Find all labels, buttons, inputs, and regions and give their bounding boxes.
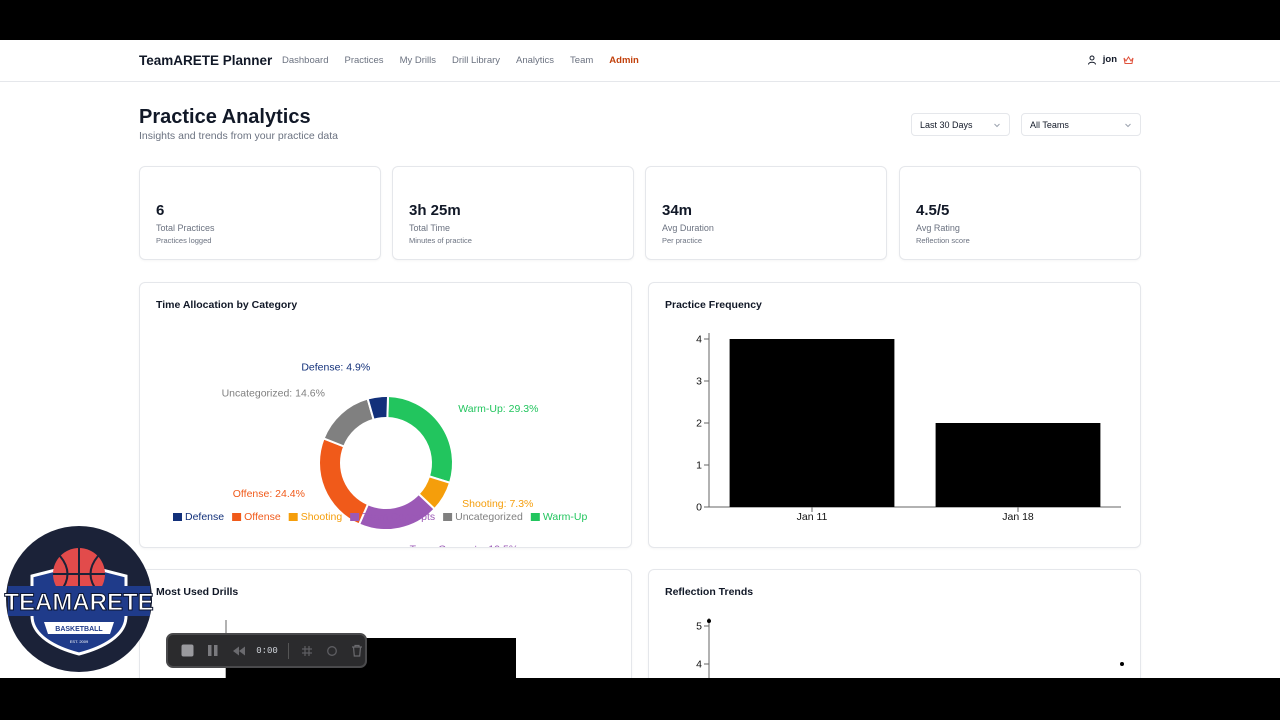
legend-swatch (173, 513, 182, 521)
chevron-down-icon (994, 123, 1000, 127)
stat-label: Avg Duration (662, 223, 714, 233)
screen-recorder-toolbar: 0:00 (166, 633, 367, 668)
nav-my-drills[interactable]: My Drills (400, 55, 436, 66)
donut-slice (322, 397, 375, 448)
stat-sub: Practices logged (156, 236, 212, 245)
pause-icon (208, 645, 218, 656)
slice-label: Offense: 24.4% (233, 488, 305, 500)
stat-card-total-practices: 6 Total Practices Practices logged (139, 166, 381, 260)
chevron-down-icon (1125, 123, 1131, 127)
practice-frequency-chart: 0 1 2 3 4 Jan 11 Jan 18 (696, 333, 1121, 523)
app-viewport: TeamARETE Planner Dashboard Practices My… (0, 40, 1280, 678)
slice-label: Warm-Up: 29.3% (458, 403, 538, 415)
stat-card-total-time: 3h 25m Total Time Minutes of practice (392, 166, 634, 260)
data-point (1120, 662, 1124, 666)
legend-swatch (232, 513, 242, 521)
stat-card-avg-rating: 4.5/5 Avg Rating Reflection score (899, 166, 1141, 260)
logo-wordmark: TEAMARETE (4, 589, 153, 616)
legend-label[interactable]: Team Concepts (362, 511, 435, 523)
y-tick-label: 4 (696, 334, 702, 346)
stat-value: 4.5/5 (916, 202, 950, 219)
grid-button[interactable] (299, 643, 314, 659)
crown-icon (1123, 55, 1134, 64)
legend-swatch (288, 513, 298, 521)
legend-label[interactable]: Offense (244, 511, 281, 523)
team-value: All Teams (1030, 119, 1069, 130)
legend-label[interactable]: Uncategorized (455, 511, 523, 523)
stat-sub: Reflection score (916, 236, 970, 245)
stat-value: 6 (156, 202, 165, 219)
time-allocation-panel: Time Allocation by Category Warm-Up: 29.… (139, 282, 632, 548)
top-navbar: TeamARETE Planner Dashboard Practices My… (0, 40, 1280, 82)
practice-frequency-panel: Practice Frequency 0 1 2 3 4 Jan 11 Jan 18 (648, 282, 1141, 548)
date-range-select[interactable]: Last 30 Days (911, 113, 1010, 136)
slice-label: Shooting: 7.3% (462, 498, 533, 510)
logo-ribbon-text: BASKETBALL (55, 626, 103, 633)
toolbar-divider (287, 642, 289, 659)
pause-button[interactable] (205, 643, 220, 659)
grid-icon (301, 645, 312, 656)
x-tick-label: Jan 11 (797, 511, 828, 523)
page-subtitle: Insights and trends from your practice d… (139, 130, 339, 142)
user-icon (1087, 55, 1096, 65)
legend-swatch (443, 513, 453, 521)
nav-admin[interactable]: Admin (609, 55, 639, 66)
stat-card-avg-duration: 34m Avg Duration Per practice (645, 166, 887, 260)
user-menu[interactable]: jon (1087, 54, 1134, 65)
stat-label: Avg Rating (916, 223, 960, 233)
page-title: Practice Analytics (139, 106, 311, 128)
stat-sub: Per practice (662, 236, 703, 245)
x-tick-label: Jan 18 (1002, 511, 1034, 523)
team-select[interactable]: All Teams (1021, 113, 1141, 136)
date-range-value: Last 30 Days (920, 119, 973, 130)
logo-est-text: EST. 2009 (70, 639, 89, 644)
nav-links: Dashboard Practices My Drills Drill Libr… (282, 55, 655, 66)
speaker-icon (232, 646, 245, 655)
slice-label: Defense: 4.9% (301, 362, 370, 374)
y-tick-label: 2 (696, 418, 702, 430)
stat-label: Total Time (409, 223, 451, 233)
stop-button[interactable] (180, 643, 195, 659)
bar-mark (935, 423, 1101, 507)
time-allocation-chart: Warm-Up: 29.3% Shooting: 7.3% Team Concept… (173, 362, 588, 547)
stat-value: 3h 25m (409, 202, 461, 219)
restart-icon (326, 645, 337, 656)
bar-mark (729, 339, 895, 507)
stop-icon (181, 644, 194, 657)
nav-drill-library[interactable]: Drill Library (452, 55, 500, 66)
reflection-trends-panel: Reflection Trends 5 4 (648, 569, 1141, 678)
y-tick-label: 1 (696, 460, 702, 472)
user-name: jon (1102, 54, 1117, 65)
trash-icon (352, 644, 363, 657)
nav-dashboard[interactable]: Dashboard (282, 55, 328, 66)
nav-analytics[interactable]: Analytics (516, 55, 554, 66)
nav-team[interactable]: Team (570, 55, 593, 66)
y-tick-label: 4 (696, 659, 702, 671)
brand-title[interactable]: TeamARETE Planner (139, 53, 272, 68)
stat-label: Total Practices (156, 223, 215, 233)
recording-time: 0:00 (256, 645, 278, 656)
restart-button[interactable] (324, 643, 339, 659)
delete-button[interactable] (350, 643, 365, 659)
stat-value: 34m (662, 202, 693, 219)
mute-button[interactable] (231, 643, 246, 659)
legend-label[interactable]: Defense (185, 511, 224, 523)
team-logo: TEAMARETE BASKETBALL EST. 2009 (4, 526, 154, 672)
legend-swatch (530, 513, 540, 521)
slice-label: Team Concepts: 19.5% (410, 543, 519, 547)
stat-sub: Minutes of practice (409, 236, 472, 245)
y-tick-label: 0 (696, 502, 702, 514)
nav-practices[interactable]: Practices (344, 55, 383, 66)
donut-slice (386, 394, 454, 485)
data-point (707, 619, 711, 623)
slice-label: Uncategorized: 14.6% (222, 387, 325, 399)
y-tick-label: 5 (696, 621, 702, 633)
legend-label[interactable]: Shooting (301, 511, 343, 523)
y-tick-label: 3 (696, 376, 702, 388)
legend-label[interactable]: Warm-Up (543, 511, 588, 523)
reflection-trends-chart: 5 4 (696, 618, 1124, 678)
legend-swatch (350, 513, 360, 521)
